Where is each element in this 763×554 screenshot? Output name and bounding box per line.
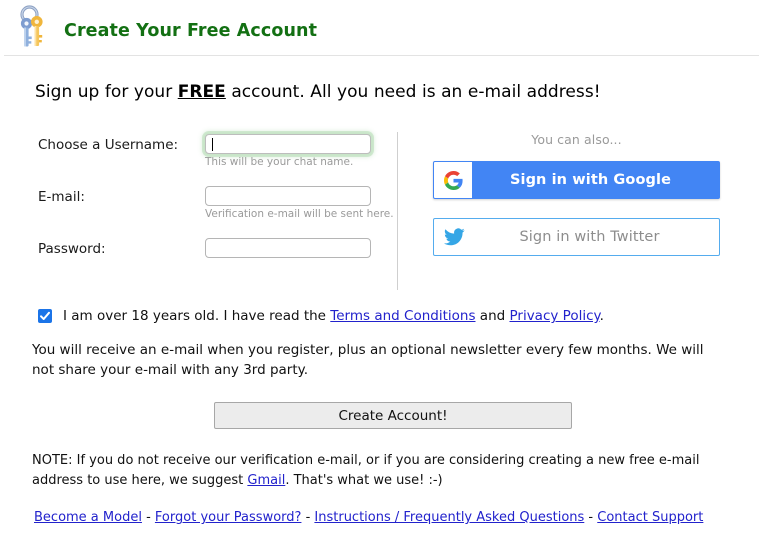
intro-free-emphasis: FREE [177, 82, 226, 102]
google-button-label: Sign in with Google [509, 172, 672, 188]
privacy-policy-link[interactable]: Privacy Policy [509, 308, 599, 324]
gmail-link[interactable]: Gmail [247, 473, 285, 488]
terms-text-middle: and [475, 308, 510, 324]
sign-in-with-twitter-button[interactable]: Sign in with Twitter [433, 218, 720, 256]
newsletter-disclaimer: You will receive an e-mail when you regi… [32, 342, 704, 378]
age-terms-checkbox[interactable] [38, 309, 52, 323]
forgot-password-link[interactable]: Forgot your Password? [155, 510, 302, 525]
email-input[interactable] [205, 186, 371, 206]
twitter-bird-icon [434, 228, 474, 246]
field-row-email: E-mail: Verification e-mail will be sent… [38, 186, 394, 220]
vertical-divider [397, 132, 398, 290]
footer-separator-2: - [301, 510, 315, 526]
keys-icon [14, 5, 54, 53]
google-g-icon [434, 162, 472, 198]
contact-support-link[interactable]: Contact Support [597, 510, 703, 525]
signup-intro-text: Sign up for your FREE account. All you n… [35, 82, 763, 102]
field-row-password: Password: [38, 238, 388, 262]
terms-and-conditions-link[interactable]: Terms and Conditions [330, 308, 475, 324]
note-text-after: . That's what we use! :-) [285, 472, 443, 488]
twitter-button-label: Sign in with Twitter [519, 229, 660, 245]
terms-text-after: . [599, 308, 604, 324]
password-input[interactable] [205, 238, 371, 258]
verification-note: NOTE: If you do not receive our verifica… [32, 451, 747, 490]
page-header: Create Your Free Account [0, 0, 763, 56]
create-account-button-wrap: Create Account! [0, 402, 763, 430]
footer-separator-1: - [141, 510, 155, 526]
become-a-model-link[interactable]: Become a Model [34, 510, 142, 525]
username-label: Choose a Username: [38, 137, 179, 153]
intro-text-before: Sign up for your [35, 82, 178, 102]
email-hint: Verification e-mail will be sent here. [205, 208, 394, 220]
password-label: Password: [38, 241, 106, 257]
username-hint: This will be your chat name. [205, 156, 354, 168]
text-caret [212, 138, 213, 151]
email-label: E-mail: [38, 189, 85, 205]
field-row-username: Choose a Username: This will be your cha… [38, 134, 388, 168]
username-input[interactable] [205, 134, 371, 154]
intro-text-after: account. All you need is an e-mail addre… [225, 82, 601, 102]
footer-links: Become a Model - Forgot your Password? -… [34, 510, 763, 525]
header-divider [4, 55, 759, 56]
create-account-button[interactable]: Create Account! [214, 402, 572, 430]
instructions-faq-link[interactable]: Instructions / Frequently Asked Question… [314, 510, 584, 525]
signup-form-area: Choose a Username: This will be your cha… [0, 126, 763, 296]
social-signin-column: You can also... Sign in with Google Sign… [433, 132, 720, 256]
footer-separator-3: - [584, 510, 598, 526]
terms-agreement-row: I am over 18 years old. I have read the … [38, 308, 763, 324]
social-hint-label: You can also... [531, 132, 622, 147]
terms-text-before: I am over 18 years old. I have read the [63, 308, 331, 324]
sign-in-with-google-button[interactable]: Sign in with Google [433, 161, 720, 199]
terms-text: I am over 18 years old. I have read the … [63, 308, 604, 324]
page-title: Create Your Free Account [64, 21, 318, 41]
